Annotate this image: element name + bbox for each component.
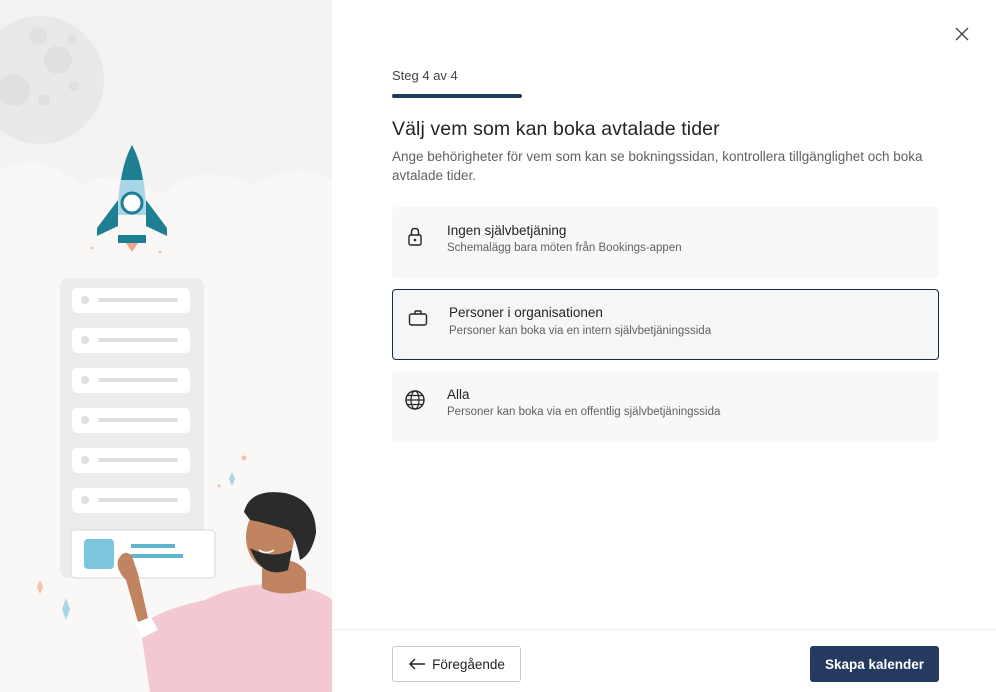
option-people-in-organization[interactable]: Personer i organisationen Personer kan b… (392, 289, 939, 360)
option-title: Alla (447, 387, 470, 402)
create-calendar-button[interactable]: Skapa kalender (810, 646, 939, 682)
wizard-panel: Steg 4 av 4 Välj vem som kan boka avtala… (332, 0, 996, 692)
create-calendar-dialog: Steg 4 av 4 Välj vem som kan boka avtala… (0, 0, 996, 692)
briefcase-icon (408, 310, 428, 326)
option-description: Schemalägg bara möten från Bookings-appe… (447, 242, 682, 254)
option-description: Personer kan boka via en offentlig själv… (447, 406, 721, 418)
lock-icon (408, 227, 422, 246)
page-subtitle: Ange behörigheter för vem som kan se bok… (392, 149, 923, 183)
illustration-panel (0, 0, 332, 692)
footer-divider (332, 629, 996, 630)
rocket-person-illustration (0, 16, 332, 692)
option-title: Ingen självbetjäning (447, 223, 567, 238)
arrow-left-icon (409, 658, 426, 670)
option-no-self-service[interactable]: Ingen självbetjäning Schemalägg bara möt… (392, 207, 939, 278)
close-icon[interactable] (955, 27, 969, 41)
option-everyone[interactable]: Alla Personer kan boka via en offentlig … (392, 371, 939, 442)
step-progress-bar (392, 94, 522, 98)
option-title: Personer i organisationen (449, 305, 603, 320)
previous-button[interactable]: Föregående (392, 646, 521, 682)
step-indicator: Steg 4 av 4 (392, 68, 458, 83)
close-button[interactable] (952, 24, 972, 44)
page-title: Välj vem som kan boka avtalade tider (392, 118, 720, 140)
option-description: Personer kan boka via en intern självbet… (449, 325, 712, 337)
previous-button-label: Föregående (432, 656, 505, 672)
globe-icon (405, 390, 425, 410)
